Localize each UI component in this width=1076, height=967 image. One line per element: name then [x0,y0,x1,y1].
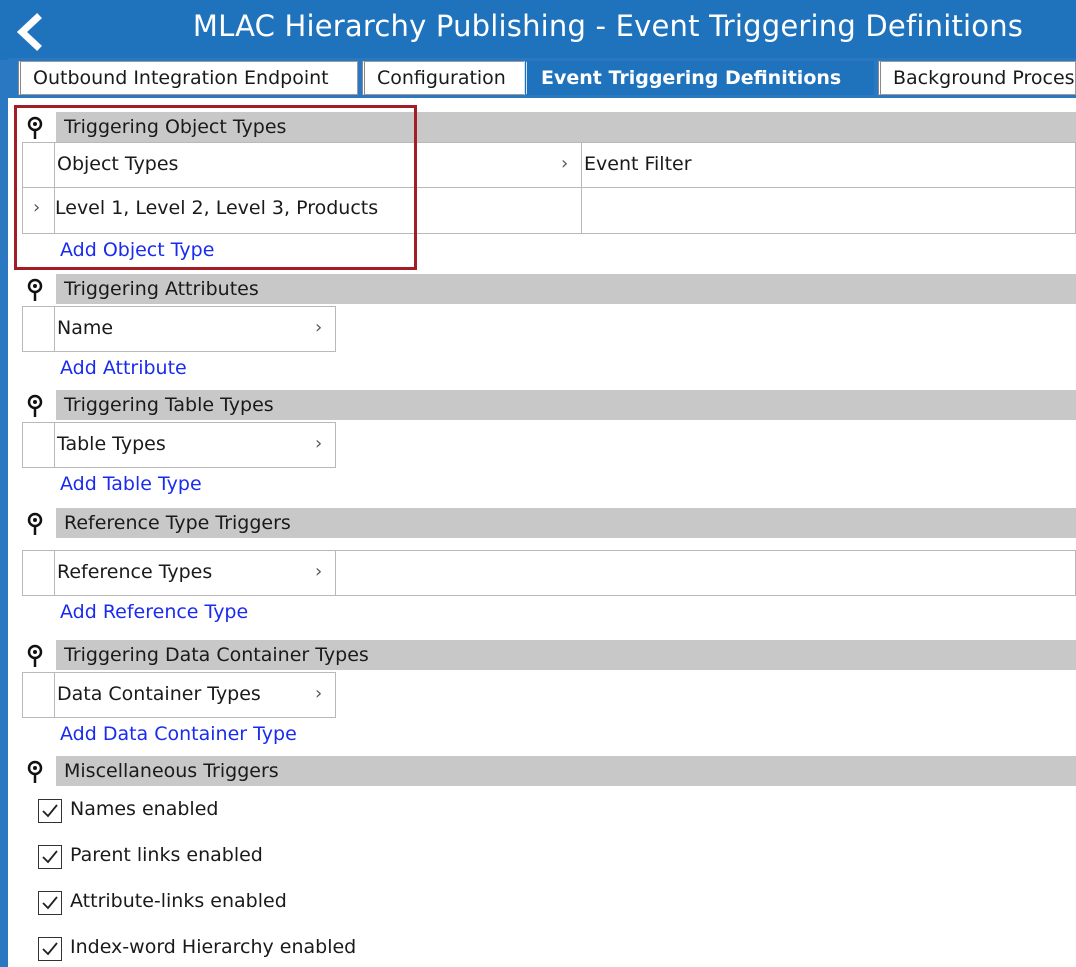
section-header-table-types: Triggering Table Types [18,390,1076,420]
column-header-event-filter[interactable]: Event Filter [584,153,692,175]
checkbox-label: Attribute-links enabled [70,890,287,912]
checkbox[interactable] [38,891,62,915]
data-container-types-table: Data Container Types › [22,672,336,718]
table-types-table: Table Types › [22,422,336,468]
tab-event-triggering-definitions[interactable]: Event Triggering Definitions [524,61,874,95]
chevron-right-icon[interactable]: › [561,153,568,174]
left-border [0,60,8,967]
tab-background-processes[interactable]: Background Proces [878,61,1076,95]
chevron-right-icon[interactable]: › [315,433,322,454]
column-header-name[interactable]: Name [57,317,113,339]
section-header-reference-types: Reference Type Triggers [18,508,1076,538]
reference-types-table: Reference Types › [22,550,1076,596]
chevron-right-icon[interactable]: › [33,197,40,218]
content-area: Triggering Object Types Object Types › E… [8,98,1076,967]
checkbox-label: Index-word Hierarchy enabled [70,936,357,958]
add-object-type-link[interactable]: Add Object Type [60,239,214,261]
pin-icon[interactable] [24,512,46,536]
section-title: Triggering Object Types [56,112,1076,142]
checkbox[interactable] [38,937,62,961]
section-title: Miscellaneous Triggers [56,756,1076,786]
tab-outbound-integration-endpoint[interactable]: Outbound Integration Endpoint [18,61,358,95]
tab-strip: Outbound Integration Endpoint Configurat… [8,58,1076,98]
section-header-miscellaneous: Miscellaneous Triggers [18,756,1076,786]
checkbox-label: Names enabled [70,798,219,820]
checkmark-icon [42,896,58,910]
checkmark-icon [42,942,58,956]
add-attribute-link[interactable]: Add Attribute [60,357,187,379]
title-bar: MLAC Hierarchy Publishing - Event Trigge… [0,0,1076,60]
column-header-table-types[interactable]: Table Types [57,433,166,455]
section-title: Reference Type Triggers [56,508,1076,538]
checkbox[interactable] [38,845,62,869]
column-header-reference-types[interactable]: Reference Types [57,561,212,583]
section-title: Triggering Data Container Types [56,640,1076,670]
table-row-object-types[interactable]: Level 1, Level 2, Level 3, Products [55,197,378,219]
section-title: Triggering Table Types [56,390,1076,420]
column-header-data-container-types[interactable]: Data Container Types [57,683,261,705]
object-types-table: Object Types › Event Filter › Level 1, L… [22,142,1076,234]
page-title: MLAC Hierarchy Publishing - Event Trigge… [192,9,1024,43]
section-title: Triggering Attributes [56,274,1076,304]
pin-icon[interactable] [24,394,46,418]
checkbox-label: Parent links enabled [70,844,263,866]
pin-icon[interactable] [24,116,46,140]
add-table-type-link[interactable]: Add Table Type [60,473,202,495]
pin-icon[interactable] [24,278,46,302]
section-header-object-types: Triggering Object Types [18,112,1076,142]
checkmark-icon [42,804,58,818]
column-header-object-types[interactable]: Object Types [57,153,178,175]
add-data-container-type-link[interactable]: Add Data Container Type [60,723,297,745]
checkbox[interactable] [38,799,62,823]
add-reference-type-link[interactable]: Add Reference Type [60,601,248,623]
chevron-right-icon[interactable]: › [315,317,322,338]
chevron-right-icon[interactable]: › [315,683,322,704]
section-header-attributes: Triggering Attributes [18,274,1076,304]
section-header-data-container-types: Triggering Data Container Types [18,640,1076,670]
attributes-table: Name › [22,306,336,352]
pin-icon[interactable] [24,760,46,784]
pin-icon[interactable] [24,644,46,668]
chevron-right-icon[interactable]: › [315,561,322,582]
tab-configuration[interactable]: Configuration [362,61,526,95]
checkmark-icon [42,850,58,864]
